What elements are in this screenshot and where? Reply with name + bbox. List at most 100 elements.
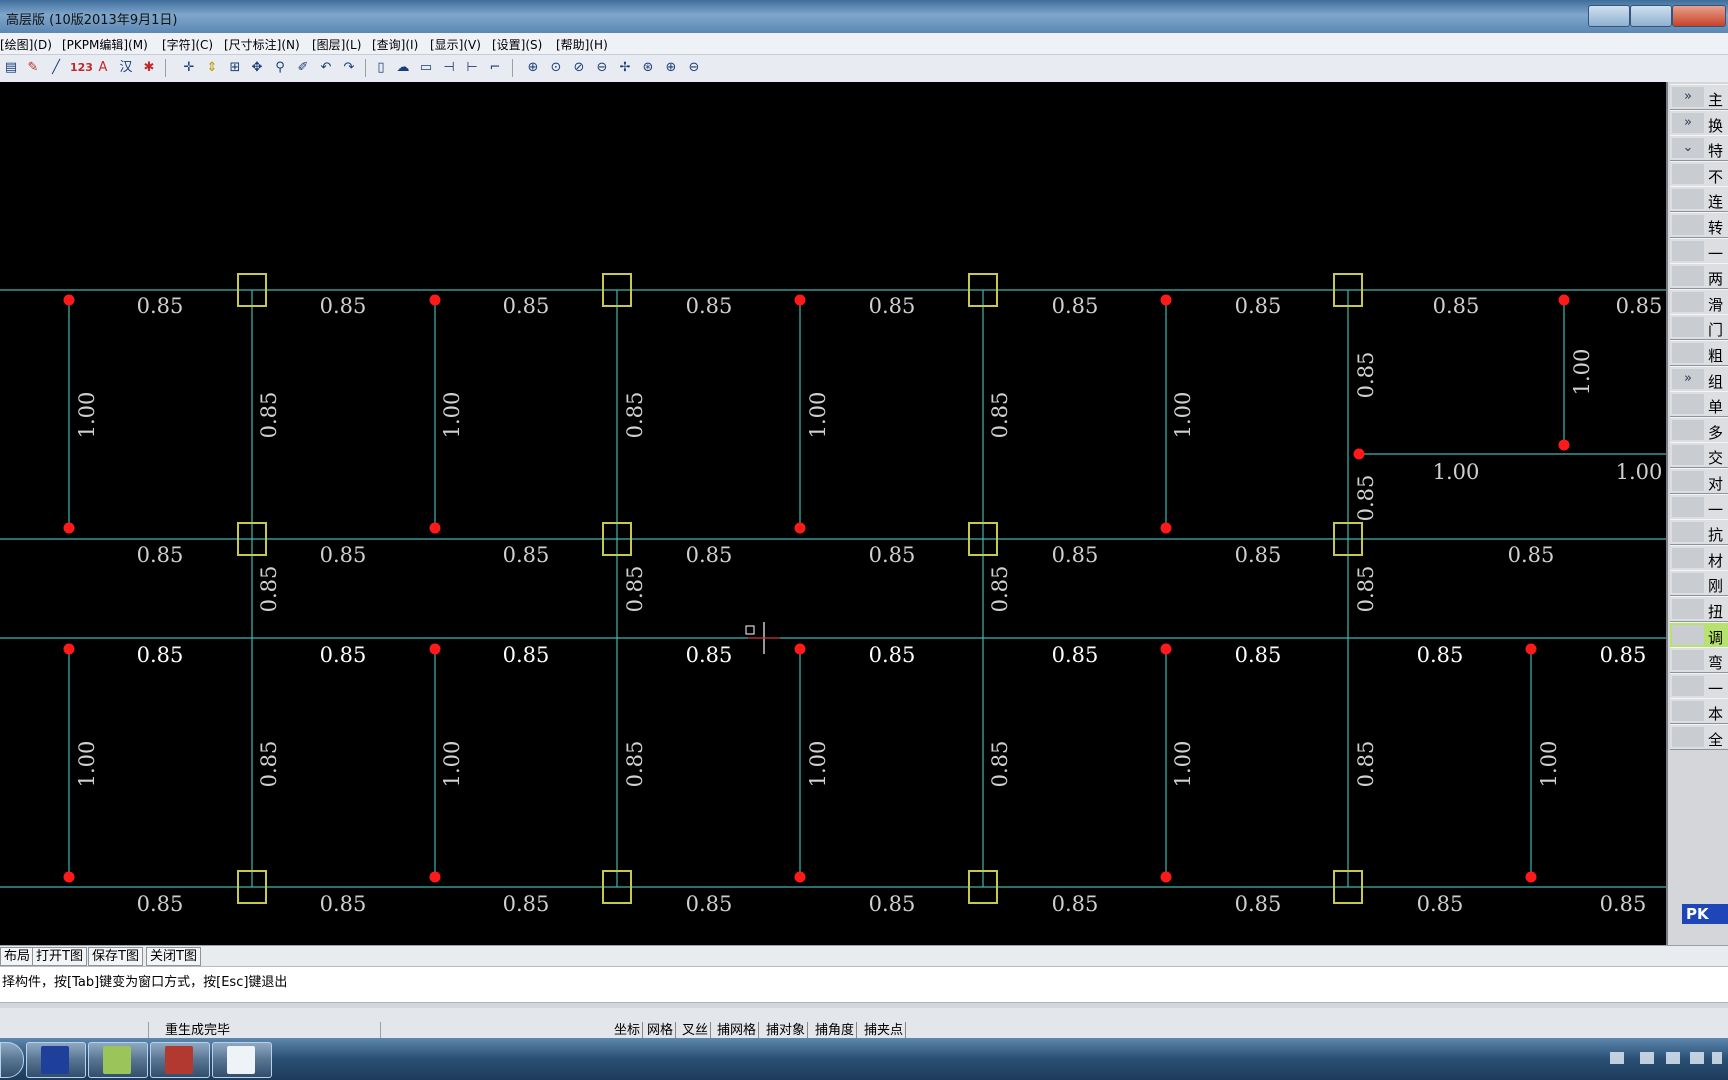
drawing-canvas[interactable]: 0.85 0.85 0.85 0.85 0.85 0.85 0.85 0.85 0.85 1.00… — [0, 82, 1666, 945]
panel-item[interactable]: 一 — [1670, 493, 1728, 520]
network-icon[interactable] — [1640, 1052, 1654, 1064]
edit-icon[interactable]: ✐ — [294, 59, 312, 77]
pan-realtime-icon[interactable]: ✢ — [616, 59, 634, 77]
menu-pkpm-edit[interactable]: [PKPM编辑](M) — [62, 36, 148, 53]
maximize-button[interactable] — [1630, 5, 1672, 27]
toggle-snap-grip[interactable]: 捕夹点 — [862, 1022, 907, 1039]
panel-item[interactable]: 多 — [1670, 416, 1728, 443]
dimension-label: 0.85 — [320, 294, 367, 318]
taskbar-pkpm[interactable] — [26, 1042, 86, 1078]
zoom-previous-icon[interactable]: ⊘ — [570, 59, 588, 77]
zoom-realtime-icon[interactable]: ⊖ — [593, 59, 611, 77]
toggle-crosshair[interactable]: 叉丝 — [680, 1022, 712, 1039]
panel-item[interactable]: » 换 — [1670, 109, 1728, 136]
text-a-icon[interactable]: A — [94, 59, 112, 77]
trim-icon[interactable]: ⊣ — [440, 59, 458, 77]
panel-item[interactable]: 滑 — [1670, 288, 1728, 315]
panel-item[interactable]: 转 — [1670, 212, 1728, 238]
rect-icon[interactable]: ▭ — [417, 59, 435, 77]
number-icon[interactable]: 123 — [70, 59, 93, 77]
line-icon[interactable]: ╱ — [47, 59, 65, 77]
panel-item[interactable]: ⌄ 特 — [1670, 135, 1728, 162]
menu-layer[interactable]: [图层](L) — [312, 36, 361, 53]
panel-item[interactable]: 门 — [1670, 314, 1728, 341]
fillet-icon[interactable]: ⌐ — [486, 59, 504, 77]
zoom-all-icon[interactable]: ⊛ — [639, 59, 657, 77]
toggle-grid[interactable]: 网格 — [645, 1022, 677, 1039]
move-vertical-icon[interactable]: ⇕ — [203, 59, 221, 77]
tab-close-t[interactable]: 关闭T图 — [146, 947, 201, 966]
grid-icon[interactable]: ⊞ — [226, 59, 244, 77]
panel-item[interactable]: 单 — [1670, 391, 1728, 418]
panel-item[interactable]: 抗 — [1670, 519, 1728, 546]
panel-item[interactable]: » 组 — [1670, 365, 1728, 392]
panel-item-label: 调 — [1708, 628, 1724, 647]
zoom-out-icon[interactable]: ⊖ — [685, 59, 703, 77]
menu-dimension[interactable]: [尺寸标注](N) — [224, 36, 300, 53]
volume-icon[interactable] — [1690, 1052, 1704, 1064]
panel-item[interactable]: 材 — [1670, 544, 1728, 571]
crosshair-icon[interactable]: ✛ — [180, 59, 198, 77]
pan-icon[interactable]: ✥ — [248, 59, 266, 77]
cad-drawing[interactable]: 0.85 0.85 0.85 0.85 0.85 0.85 0.85 0.85 0.85 1.00… — [0, 82, 1666, 945]
folder-icon — [103, 1046, 131, 1074]
chevron-icon: » — [1672, 368, 1704, 389]
flag-icon[interactable] — [1712, 1052, 1722, 1064]
extend-icon[interactable]: ⊢ — [463, 59, 481, 77]
dimension-label: 0.85 — [1417, 643, 1464, 667]
menu-help[interactable]: [帮助](H) — [556, 36, 608, 53]
panel-item[interactable]: 扭 — [1670, 596, 1728, 622]
node-point — [63, 522, 75, 534]
snap-icon[interactable]: ⚲ — [271, 59, 289, 77]
minimize-button[interactable] — [1588, 5, 1630, 27]
panel-item[interactable]: 一 — [1670, 672, 1728, 699]
panel-item[interactable]: 连 — [1670, 186, 1728, 213]
panel-item[interactable]: 本 — [1670, 698, 1728, 725]
zoom-window-icon[interactable]: ⊕ — [524, 59, 542, 77]
node-point — [1160, 294, 1172, 306]
zoom-in-icon[interactable]: ⊕ — [662, 59, 680, 77]
panel-item[interactable]: 全 — [1670, 724, 1728, 750]
toggle-snap-angle[interactable]: 捕角度 — [813, 1022, 858, 1039]
taskbar-window[interactable] — [212, 1042, 272, 1078]
menu-settings[interactable]: [设置](S) — [492, 36, 542, 53]
panel-item[interactable]: 交 — [1670, 442, 1728, 469]
panel-item[interactable]: 粗 — [1670, 340, 1728, 366]
layer-icon[interactable]: ▤ — [2, 59, 20, 77]
panel-item[interactable]: 调 — [1670, 621, 1728, 648]
menu-view[interactable]: [显示](V) — [430, 36, 481, 53]
menu-query[interactable]: [查询](I) — [372, 36, 418, 53]
command-line[interactable]: 择构件，按[Tab]键变为窗口方式，按[Esc]键退出 — [0, 966, 1728, 1003]
taskbar-folder[interactable] — [88, 1042, 148, 1078]
taskbar-recorder[interactable] — [150, 1042, 210, 1078]
start-button[interactable] — [0, 1042, 24, 1078]
zoom-dynamic-icon[interactable]: ⊙ — [547, 59, 565, 77]
panel-item[interactable]: 刚 — [1670, 570, 1728, 597]
panel-item[interactable]: » 主 — [1670, 84, 1728, 110]
node-point — [794, 643, 806, 655]
hanzi-icon[interactable]: 汉 — [117, 59, 135, 77]
redo-icon[interactable]: ↷ — [340, 59, 358, 77]
close-button[interactable] — [1672, 5, 1726, 27]
brush-icon[interactable]: ✎ — [24, 59, 42, 77]
cloud-icon[interactable]: ☁ — [394, 59, 412, 77]
menu-draw[interactable]: [绘图](D) — [0, 36, 52, 53]
toggle-snap-object[interactable]: 捕对象 — [764, 1022, 809, 1039]
tab-open-t[interactable]: 打开T图 — [32, 947, 87, 966]
toggle-snap-grid[interactable]: 捕网格 — [715, 1022, 760, 1039]
panel-item[interactable]: 两 — [1670, 263, 1728, 290]
undo-icon[interactable]: ↶ — [317, 59, 335, 77]
panel-item-marker — [1672, 343, 1704, 363]
special-char-icon[interactable]: ✱ — [140, 59, 158, 77]
panel-item[interactable]: 弯 — [1670, 647, 1728, 674]
menu-text[interactable]: [字符](C) — [162, 36, 213, 53]
page-icon[interactable]: ▯ — [372, 59, 390, 77]
toggle-coordinates[interactable]: 坐标 — [612, 1022, 644, 1039]
panel-item[interactable]: 对 — [1670, 468, 1728, 494]
tab-save-t[interactable]: 保存T图 — [88, 947, 143, 966]
panel-item[interactable]: 一 — [1670, 237, 1728, 264]
signal-icon[interactable] — [1666, 1052, 1680, 1064]
tab-layout[interactable]: 布局 — [0, 947, 35, 966]
panel-item[interactable]: 不 — [1670, 160, 1728, 187]
tray-icon[interactable] — [1610, 1052, 1624, 1064]
